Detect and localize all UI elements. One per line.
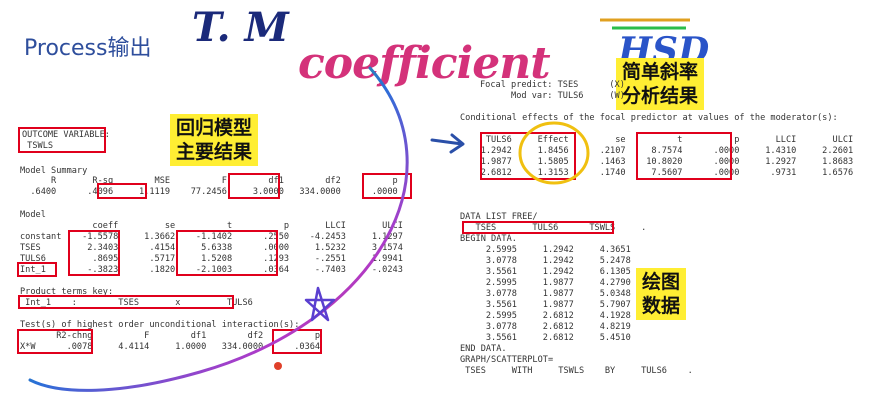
plot-data-row: 3.0778 2.6812 4.8219 [460,322,631,332]
highlight-slope-t-p [636,132,732,180]
highlight-moderator-effect [480,132,576,180]
model-summary-row: .6400 .4096 1.1119 77.2456 3.0000 334.00… [20,187,398,197]
note-regression-line2: 主要结果 [176,141,253,163]
focal-predictor: Focal predict: TSES (X) [480,80,625,90]
plot-data-row: 2.5995 1.9877 4.2790 [460,278,631,288]
highlight-product-terms [18,295,234,309]
conditional-effects-label: Conditional effects of the focal predict… [460,113,838,123]
note-slope-line2: 分析结果 [622,85,699,107]
begin-data-label: BEGIN DATA. [460,234,517,244]
highlight-int1 [17,262,57,277]
note-plot-line1: 绘图 [642,271,681,293]
highlight-t-p [176,230,278,276]
highlight-coeff [68,230,120,276]
note-plot-line2: 数据 [642,295,681,317]
plot-data-row: 3.0778 1.2942 5.2478 [460,256,631,266]
graph-command: GRAPH/SCATTERPLOT= [460,355,554,365]
highlight-outcome [18,127,106,153]
highlight-r-sq [97,183,147,199]
highlight-p [362,173,412,199]
plot-data-row: 3.5561 1.9877 5.7907 [460,300,631,310]
highlight-r2-chng [17,329,93,354]
note-slope: 简单斜率 分析结果 [616,58,705,110]
end-data-label: END DATA. [460,344,507,354]
note-plot: 绘图 数据 [636,268,687,320]
plot-data-row: 3.0778 1.9877 5.0348 [460,289,631,299]
slide-title: Process输出 [24,36,152,61]
plot-data-row: 2.5995 2.6812 4.1928 [460,311,631,321]
plot-data-row: 3.5561 2.6812 5.4510 [460,333,631,343]
note-slope-line1: 简单斜率 [622,61,699,83]
highlight-interaction-p [272,329,322,354]
highlight-f [228,173,280,199]
highlight-data-vars [462,221,614,234]
model-label: Model [20,210,46,220]
note-regression-line1: 回归模型 [176,117,253,139]
model-summary-header: R R-sq MSE F df1 df2 p [20,176,398,186]
plot-data-row: 3.5561 1.2942 6.1305 [460,267,631,277]
handwritten-tm: T. M [192,4,289,51]
note-regression: 回归模型 主要结果 [170,114,259,166]
plot-data-row: 2.5995 1.2942 4.3651 [460,245,631,255]
moderator-variable: Mod var: TULS6 (W) [480,91,625,101]
graph-command-row: TSES WITH TSWLS BY TULS6 . [460,366,693,376]
